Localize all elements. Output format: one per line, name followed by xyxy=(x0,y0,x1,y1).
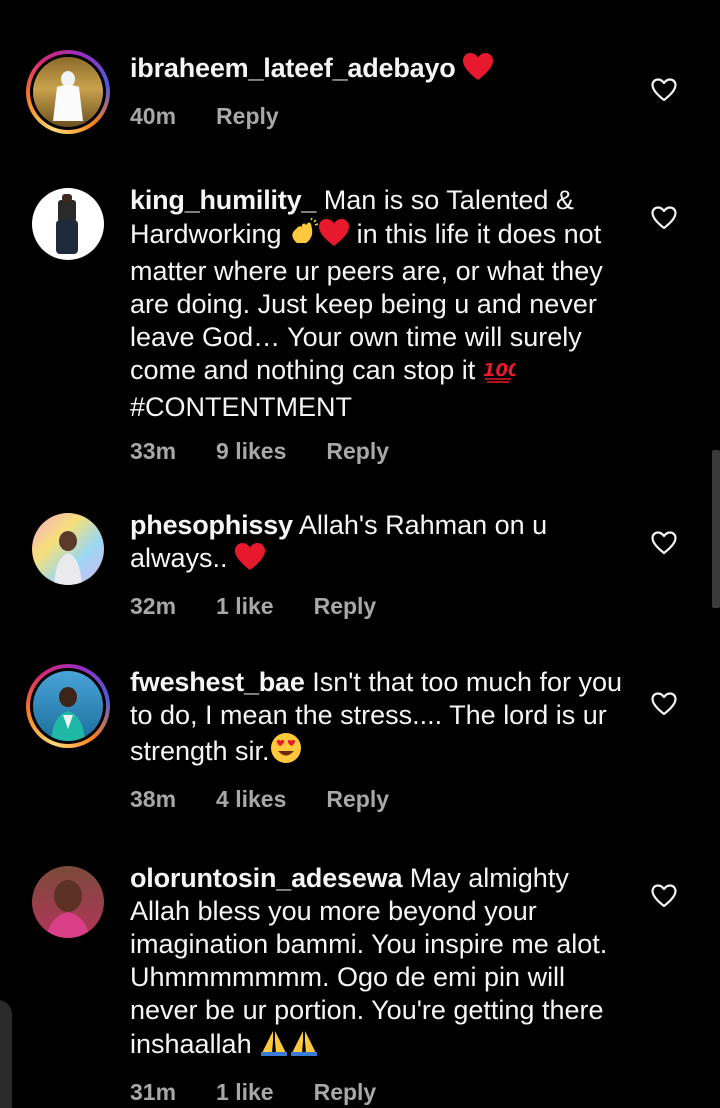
likes-count[interactable]: 4 likes xyxy=(216,786,286,813)
comments-screen: ibraheem_lateef_adebayo 40m Reply king_h… xyxy=(0,0,720,1108)
waving-hand-emoji xyxy=(289,217,319,255)
comment-time: 38m xyxy=(130,786,177,812)
comment-text: oloruntosin_adesewa May almighty Allah b… xyxy=(130,862,630,1065)
comment-text: king_humility_ Man is so Talented & Hard… xyxy=(130,184,630,424)
reply-button[interactable]: Reply xyxy=(314,593,377,620)
like-heart-icon[interactable] xyxy=(650,690,678,718)
hashtag[interactable]: #CONTENTMENT xyxy=(130,392,352,422)
comment-meta: 31m 1 like Reply xyxy=(130,1079,630,1106)
reply-button[interactable]: Reply xyxy=(314,1079,377,1106)
comment-time: 31m xyxy=(130,1079,177,1105)
scrollbar[interactable] xyxy=(712,450,720,608)
comment-text: phesophissy Allah's Rahman on u always.. xyxy=(130,509,630,579)
username[interactable]: fweshest_bae xyxy=(130,667,305,697)
red-heart-emoji xyxy=(463,53,494,89)
comment-text: ibraheem_lateef_adebayo xyxy=(130,52,630,89)
reply-button[interactable]: Reply xyxy=(326,438,389,465)
username[interactable]: ibraheem_lateef_adebayo xyxy=(130,53,456,83)
comment-text: fweshest_bae Isn't that too much for you… xyxy=(130,666,630,772)
like-heart-icon[interactable] xyxy=(650,76,678,104)
comment-meta: 33m 9 likes Reply xyxy=(130,438,630,465)
like-heart-icon[interactable] xyxy=(650,529,678,557)
heart-eyes-emoji xyxy=(270,732,302,772)
reply-button[interactable]: Reply xyxy=(216,103,279,130)
likes-count[interactable]: 1 like xyxy=(216,1079,274,1106)
avatar[interactable] xyxy=(24,505,112,593)
reply-button[interactable]: Reply xyxy=(326,786,389,813)
red-heart-emoji xyxy=(319,219,350,255)
like-heart-icon[interactable] xyxy=(650,882,678,910)
comment-time: 33m xyxy=(130,438,177,464)
comment-time: 40m xyxy=(130,103,177,129)
comment-meta: 32m 1 like Reply xyxy=(130,593,630,620)
username[interactable]: phesophissy xyxy=(130,510,293,540)
likes-count[interactable]: 9 likes xyxy=(216,438,286,465)
hundred-points-emoji: 100 xyxy=(483,357,520,391)
edge-handle xyxy=(0,1000,12,1108)
svg-text:100: 100 xyxy=(483,360,515,381)
comment-time: 32m xyxy=(130,593,177,619)
avatar[interactable] xyxy=(24,180,112,268)
comment-meta: 40m Reply xyxy=(130,103,630,130)
folded-hands-emoji xyxy=(289,1027,319,1065)
avatar[interactable] xyxy=(24,858,112,946)
folded-hands-emoji xyxy=(259,1027,289,1065)
comment-meta: 38m 4 likes Reply xyxy=(130,786,630,813)
red-heart-emoji xyxy=(235,543,266,579)
username[interactable]: oloruntosin_adesewa xyxy=(130,863,402,893)
avatar[interactable] xyxy=(24,662,112,750)
likes-count[interactable]: 1 like xyxy=(216,593,274,620)
like-heart-icon[interactable] xyxy=(650,204,678,232)
avatar[interactable] xyxy=(24,48,112,136)
username[interactable]: king_humility_ xyxy=(130,185,316,215)
